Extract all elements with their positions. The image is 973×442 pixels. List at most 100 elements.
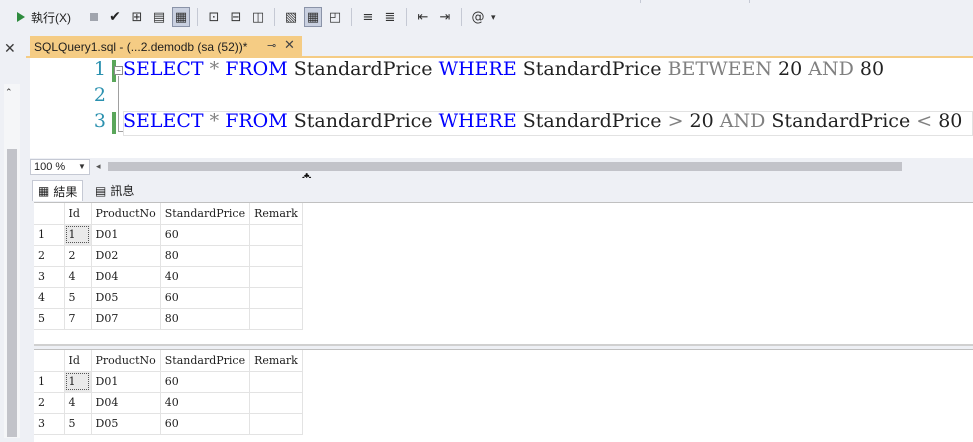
column-header[interactable]: StandardPrice bbox=[160, 350, 251, 372]
corner-cell[interactable] bbox=[34, 350, 65, 372]
table-row[interactable]: 1 1 D01 60 bbox=[34, 371, 303, 393]
result-grid-2[interactable]: Id ProductNo StandardPrice Remark 1 1 D01 60 2 4 D… bbox=[34, 349, 973, 442]
grid-cell[interactable]: 60 bbox=[160, 224, 251, 246]
column-header[interactable]: Remark bbox=[249, 203, 303, 225]
scroll-up-icon[interactable]: ⌃ bbox=[5, 87, 13, 98]
include-plan-icon[interactable]: ⊡ bbox=[205, 7, 223, 27]
check-icon[interactable]: ✔ bbox=[106, 7, 124, 27]
indent-icon[interactable]: ⇥ bbox=[436, 7, 454, 27]
grid-cell[interactable]: D04 bbox=[91, 392, 161, 414]
toolbar-overflow-icon[interactable]: ▾ bbox=[491, 12, 496, 23]
grid-cell[interactable]: 40 bbox=[160, 392, 251, 414]
horizontal-scrollbar-thumb[interactable] bbox=[108, 162, 902, 171]
result-table: Id ProductNo StandardPrice Remark 1 1 D01 60 2 4 D… bbox=[34, 350, 303, 435]
client-stats-icon[interactable]: ◫ bbox=[249, 7, 267, 27]
table-row[interactable]: 5 7 D07 80 bbox=[34, 308, 303, 330]
sql-operator: * bbox=[209, 110, 220, 132]
comment-icon[interactable]: ≡ bbox=[359, 7, 377, 27]
stop-icon[interactable] bbox=[90, 13, 98, 21]
grid-cell[interactable]: D07 bbox=[91, 308, 161, 330]
results-to-text-icon[interactable]: ▤ bbox=[150, 7, 168, 27]
outdent-icon[interactable]: ⇤ bbox=[414, 7, 432, 27]
grid-cell[interactable] bbox=[249, 266, 303, 288]
tab-messages[interactable]: ▤ 訊息 bbox=[90, 180, 139, 201]
column-header[interactable]: StandardPrice bbox=[160, 203, 251, 225]
grid-view-icon[interactable]: ▦ bbox=[304, 7, 322, 27]
table-row[interactable]: 2 2 D02 80 bbox=[34, 245, 303, 267]
row-number[interactable]: 5 bbox=[34, 308, 65, 330]
grid-cell[interactable]: 60 bbox=[160, 371, 251, 393]
row-number[interactable]: 4 bbox=[34, 287, 65, 309]
grid-cell[interactable] bbox=[249, 287, 303, 309]
tab-results[interactable]: ▦ 結果 bbox=[32, 180, 84, 201]
scroll-left-icon[interactable]: ◂ bbox=[96, 161, 101, 172]
collapse-icon[interactable]: − bbox=[114, 66, 123, 75]
sql-operator: > bbox=[667, 110, 684, 132]
row-number[interactable]: 1 bbox=[34, 224, 65, 246]
row-number[interactable]: 2 bbox=[34, 245, 65, 267]
tab-sqlquery1[interactable]: SQLQuery1.sql - (...2.demodb (sa (52))* … bbox=[30, 36, 302, 58]
parse-plan-icon[interactable]: ⊞ bbox=[128, 7, 146, 27]
grid-cell[interactable] bbox=[249, 308, 303, 330]
grid-cell[interactable] bbox=[249, 224, 303, 246]
table-row[interactable]: 1 1 D01 60 bbox=[34, 224, 303, 246]
specify-values-icon[interactable]: @ bbox=[469, 7, 487, 27]
results-to-grid-icon[interactable]: ▦ bbox=[172, 7, 190, 27]
grid-cell[interactable]: 4 bbox=[64, 392, 92, 414]
column-header[interactable]: Remark bbox=[249, 350, 303, 372]
close-tab-icon[interactable]: ✕ bbox=[284, 37, 295, 53]
table-row[interactable]: 3 5 D05 60 bbox=[34, 413, 303, 435]
chevron-down-icon[interactable]: ▼ bbox=[78, 162, 86, 171]
corner-cell[interactable] bbox=[34, 203, 65, 225]
grid-cell[interactable]: 80 bbox=[160, 245, 251, 267]
row-number[interactable]: 3 bbox=[34, 266, 65, 288]
row-number[interactable]: 3 bbox=[34, 413, 65, 435]
grid-cell[interactable]: 5 bbox=[64, 287, 92, 309]
grid-cell[interactable]: 60 bbox=[160, 413, 251, 435]
grid-cell[interactable] bbox=[249, 392, 303, 414]
row-number[interactable]: 2 bbox=[34, 392, 65, 414]
query-editor[interactable]: 1 2 3 − SELECT * FROM StandardPrice WHER… bbox=[26, 58, 973, 158]
grid-cell[interactable]: 1 bbox=[64, 224, 92, 246]
column-header[interactable]: Id bbox=[64, 350, 92, 372]
execute-button[interactable]: 執行(X) bbox=[14, 6, 74, 28]
grid-cell[interactable]: D04 bbox=[91, 266, 161, 288]
sql-keyword: WHERE bbox=[438, 110, 517, 132]
code-line[interactable]: SELECT * FROM StandardPrice WHERE Standa… bbox=[123, 110, 962, 132]
column-header[interactable]: ProductNo bbox=[91, 350, 161, 372]
close-icon[interactable]: ✕ bbox=[4, 40, 16, 57]
code-line[interactable]: SELECT * FROM StandardPrice WHERE Standa… bbox=[123, 58, 884, 80]
grid-cell[interactable]: 2 bbox=[64, 245, 92, 267]
grid-cell[interactable]: 40 bbox=[160, 266, 251, 288]
grid-cell[interactable]: 5 bbox=[64, 413, 92, 435]
row-number[interactable]: 1 bbox=[34, 371, 65, 393]
grid-cell[interactable]: 80 bbox=[160, 308, 251, 330]
grid-cell[interactable]: D05 bbox=[91, 413, 161, 435]
pin-icon[interactable]: ⊸ bbox=[267, 39, 276, 52]
grid-cell[interactable]: 4 bbox=[64, 266, 92, 288]
grid-cell[interactable]: D02 bbox=[91, 245, 161, 267]
table-row[interactable]: 3 4 D04 40 bbox=[34, 266, 303, 288]
table-row[interactable]: 4 5 D05 60 bbox=[34, 287, 303, 309]
grid-cell[interactable] bbox=[249, 371, 303, 393]
live-stats-icon[interactable]: ⊟ bbox=[227, 7, 245, 27]
grid-cell[interactable] bbox=[249, 245, 303, 267]
table-row[interactable]: 2 4 D04 40 bbox=[34, 392, 303, 414]
grid-cell[interactable]: 1 bbox=[64, 371, 92, 393]
column-header[interactable]: Id bbox=[64, 203, 92, 225]
messages-icon: ▤ bbox=[95, 183, 107, 198]
grid-cell[interactable]: 60 bbox=[160, 287, 251, 309]
grid-cell[interactable]: D01 bbox=[91, 224, 161, 246]
save-results-icon[interactable]: ◰ bbox=[326, 7, 344, 27]
grid-cell[interactable]: D05 bbox=[91, 287, 161, 309]
grid-cell[interactable]: 7 bbox=[64, 308, 92, 330]
result-grid-1[interactable]: Id ProductNo StandardPrice Remark 1 1 D01 60 2 2 D… bbox=[34, 202, 973, 346]
change-indicator bbox=[112, 112, 116, 134]
uncomment-icon[interactable]: ≣ bbox=[381, 7, 399, 27]
toolbar-separator bbox=[351, 8, 352, 26]
grid-cell[interactable] bbox=[249, 413, 303, 435]
column-header[interactable]: ProductNo bbox=[91, 203, 161, 225]
results-to-file-icon[interactable]: ▧ bbox=[282, 7, 300, 27]
scrollbar-thumb[interactable] bbox=[7, 149, 17, 437]
grid-cell[interactable]: D01 bbox=[91, 371, 161, 393]
